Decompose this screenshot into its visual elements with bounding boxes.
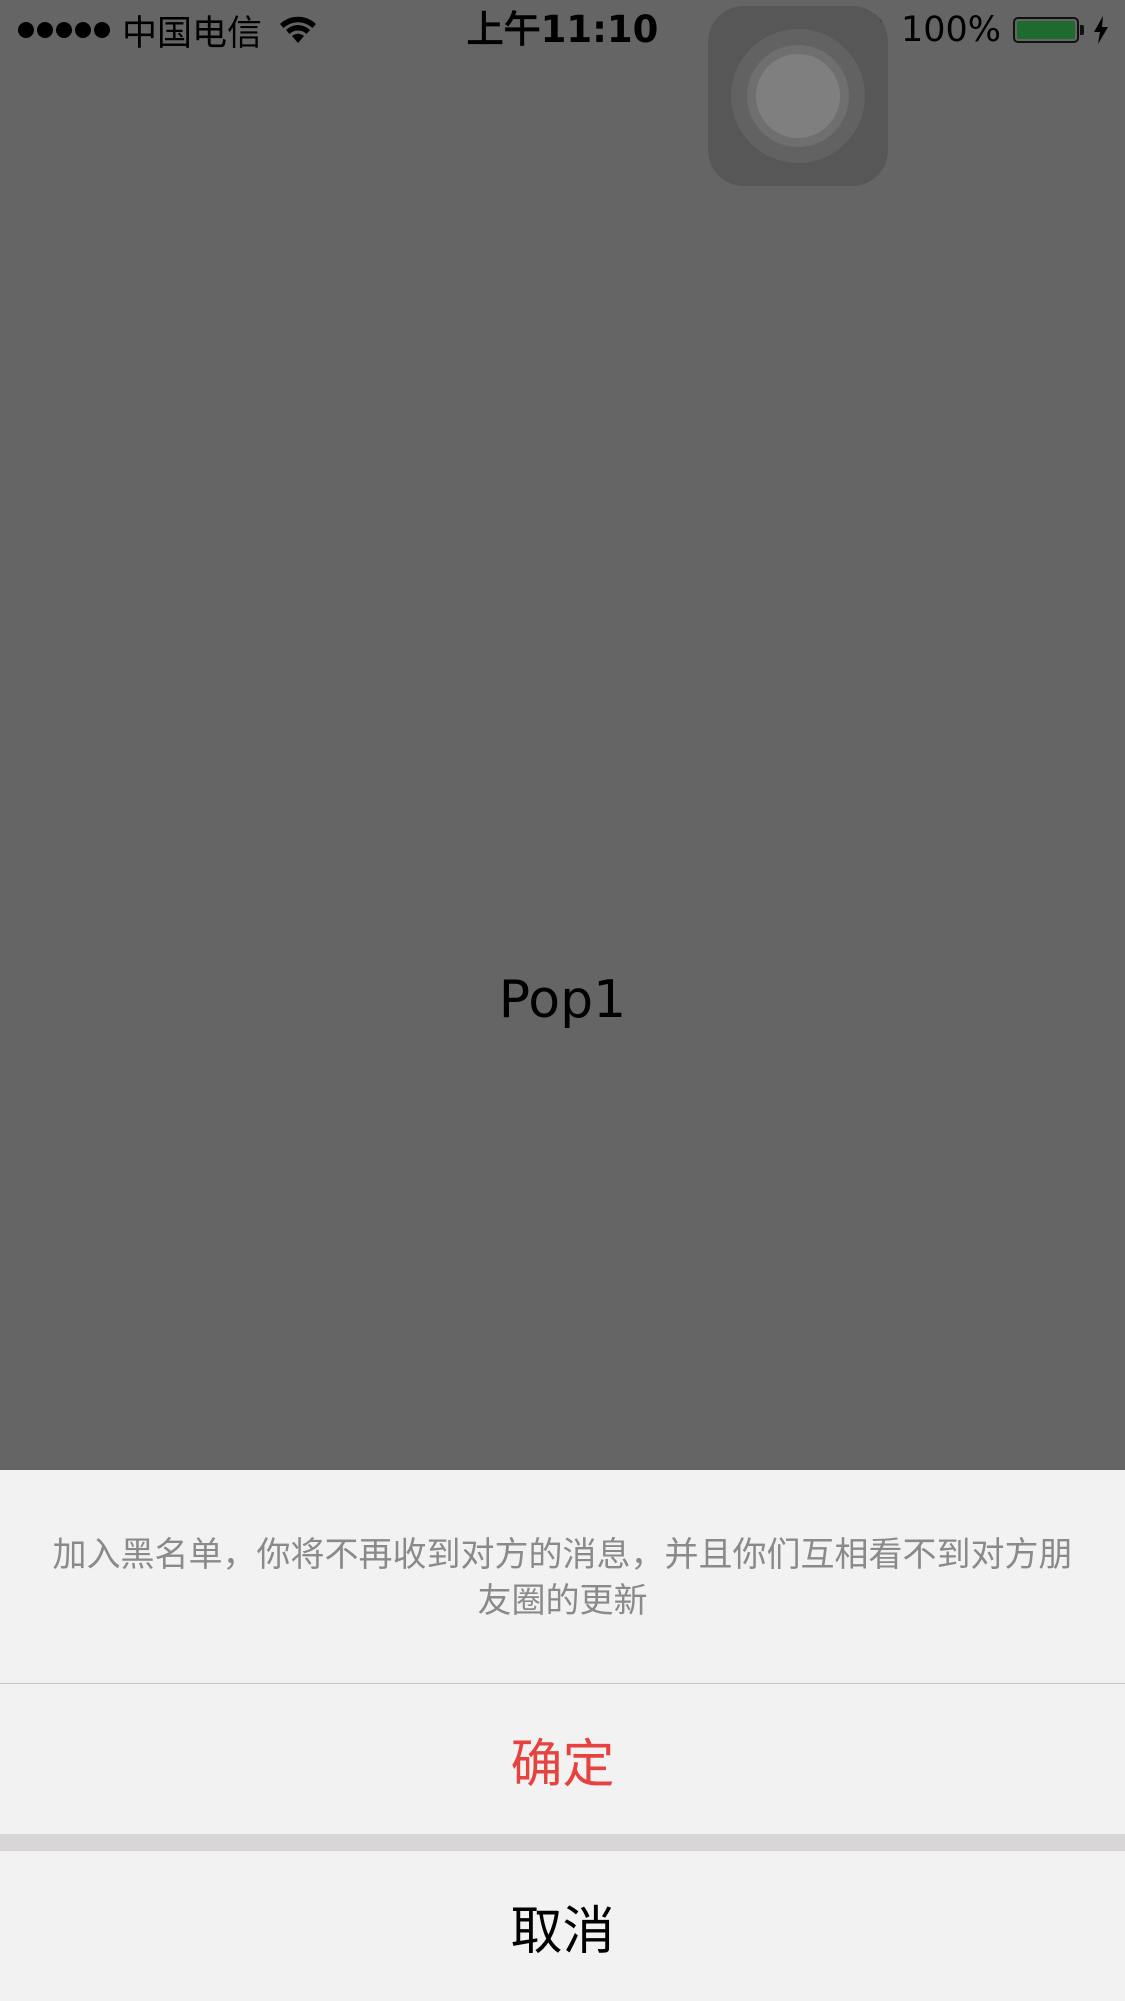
action-sheet: 加入黑名单，你将不再收到对方的消息，并且你们互相看不到对方朋友圈的更新 确定 取… (0, 1470, 1125, 2001)
cancel-button[interactable]: 取消 (0, 1851, 1125, 2001)
charging-icon (1094, 16, 1108, 44)
assistive-touch-button[interactable] (708, 6, 888, 186)
status-bar: 中国电信 上午11:10 100% (0, 0, 1125, 60)
battery-fill (1017, 21, 1075, 39)
assistive-touch-icon (756, 54, 840, 138)
battery-percent: 100% (900, 10, 1001, 50)
confirm-button[interactable]: 确定 (0, 1684, 1125, 1834)
page-label: Pop1 (498, 970, 627, 1030)
action-sheet-message: 加入黑名单，你将不再收到对方的消息，并且你们互相看不到对方朋友圈的更新 (52, 1535, 1073, 1621)
battery-icon (1013, 17, 1084, 43)
action-sheet-separator (0, 1834, 1125, 1851)
